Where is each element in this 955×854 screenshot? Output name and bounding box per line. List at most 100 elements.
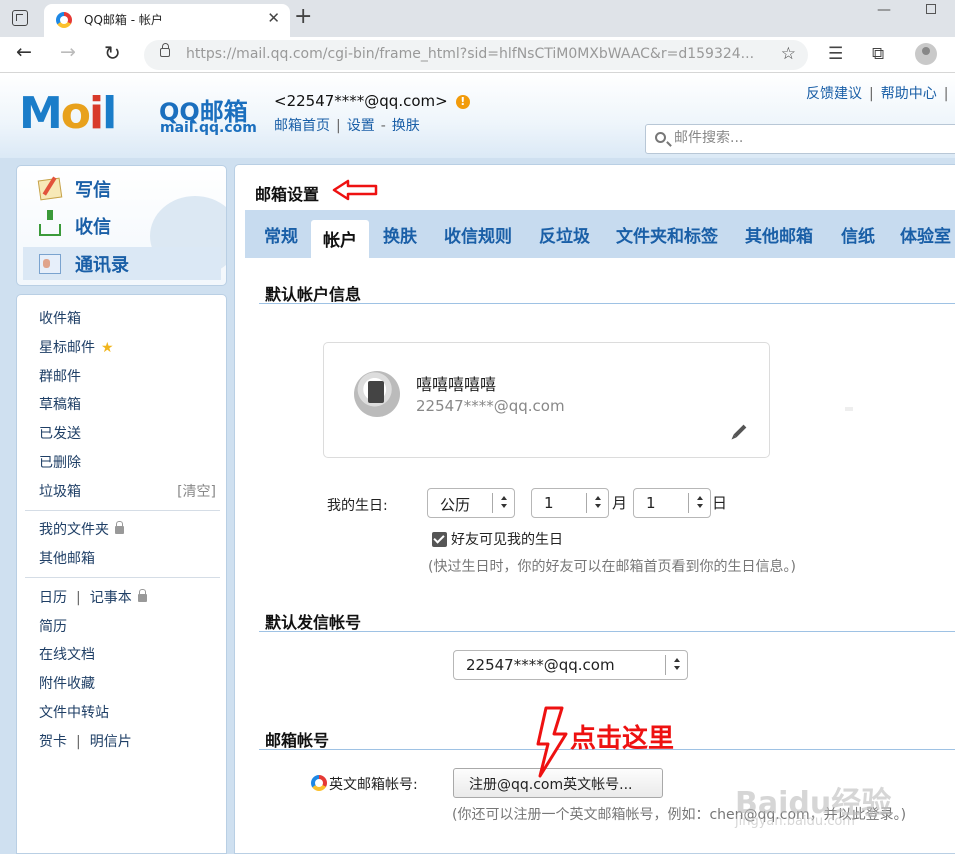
search-icon[interactable]: [655, 132, 666, 143]
select-arrows-icon: [586, 493, 608, 513]
sidebar-item-spam[interactable]: 垃圾箱: [39, 481, 81, 501]
month-unit: 月: [612, 494, 628, 512]
sidebar-divider: [25, 577, 220, 578]
receive-label: 收信: [75, 216, 111, 238]
add-favorite-icon[interactable]: ☆: [781, 44, 796, 64]
minimize-icon[interactable]: —: [877, 2, 891, 18]
forward-icon[interactable]: →: [60, 41, 76, 63]
my-folders-label: 我的文件夹: [39, 522, 109, 538]
birthday-visible-checkbox[interactable]: [432, 532, 447, 547]
change-skin-link[interactable]: 换肤: [392, 118, 420, 134]
mail-search-input[interactable]: [674, 130, 954, 146]
sidebar-item-attachments[interactable]: 附件收藏: [39, 673, 95, 693]
user-email-text: <22547****@qq.com>: [274, 92, 448, 110]
tab-folders-labels[interactable]: 文件夹和标签: [616, 222, 718, 247]
sidebar-item-inbox[interactable]: 收件箱: [39, 308, 81, 328]
new-tab-icon[interactable]: +: [294, 4, 312, 29]
calendar-link[interactable]: 日历: [39, 590, 67, 606]
sidebar-actions: 写信 收信 通讯录: [16, 165, 227, 286]
logo-word: Moil: [19, 88, 117, 139]
help-center-link[interactable]: 帮助中心: [881, 86, 937, 102]
watermark-sub: jingyan.baidu.com: [735, 814, 855, 829]
user-address: <22547****@qq.com>!: [274, 92, 470, 110]
sidebar-item-other-mailbox[interactable]: 其他邮箱: [39, 548, 95, 568]
sidebar-item-drafts[interactable]: 草稿箱: [39, 394, 81, 414]
profile-card: 嘻嘻嘻嘻嘻 22547****@qq.com: [323, 342, 770, 458]
sidebar-item-group-mail[interactable]: 群邮件: [39, 366, 81, 386]
birth-day-select[interactable]: 1: [633, 488, 711, 518]
sidebar-item-calendar-notes: 日历 | 记事本: [39, 587, 147, 607]
settings-link[interactable]: 设置: [347, 118, 375, 134]
baidu-jingyan-watermark: Baidu经验 jingyan.baidu.com: [735, 770, 945, 840]
settings-tabs: 常规 帐户 换肤 收信规则 反垃圾 文件夹和标签 其他邮箱 信纸 体验室: [245, 210, 955, 258]
url-text[interactable]: https://mail.qq.com/cgi-bin/frame_html?s…: [186, 46, 766, 62]
clear-spam-link[interactable]: [清空]: [177, 481, 216, 501]
sidebar-item-online-docs[interactable]: 在线文档: [39, 644, 95, 664]
tab-other-mailbox[interactable]: 其他邮箱: [745, 222, 813, 247]
browser-tab[interactable]: QQ邮箱 - 帐户 ✕: [44, 4, 290, 37]
select-arrows-icon: [688, 493, 710, 513]
edit-pencil-icon[interactable]: [733, 424, 747, 438]
close-icon[interactable]: ✕: [267, 9, 280, 27]
postcard-link[interactable]: 明信片: [90, 734, 132, 750]
inbox-icon: [39, 209, 61, 236]
section-default-sender: 默认发信帐号: [265, 613, 362, 632]
profile-avatar-icon[interactable]: [915, 43, 937, 65]
sidebar-item-my-folders[interactable]: 我的文件夹: [39, 519, 124, 539]
tab-labs[interactable]: 体验室: [900, 222, 951, 247]
lock-icon[interactable]: [160, 43, 170, 57]
birthday-visible-label[interactable]: 好友可见我的生日: [451, 529, 563, 549]
browser-tab-bar: QQ邮箱 - 帐户 ✕ + —: [0, 0, 955, 37]
red-arrow-annotation: [332, 179, 378, 201]
top-links: 反馈建议 | 帮助中心 |: [806, 86, 949, 102]
lock-icon: [137, 589, 147, 602]
profile-avatar[interactable]: [354, 371, 400, 417]
tab-general[interactable]: 常规: [264, 222, 298, 247]
collections-icon[interactable]: ⧉: [872, 44, 884, 64]
maximize-icon[interactable]: [926, 4, 936, 14]
tab-stationery[interactable]: 信纸: [841, 222, 875, 247]
page-title: 邮箱设置: [255, 185, 320, 204]
section-mail-account: 邮箱帐号: [265, 731, 330, 750]
day-unit: 日: [712, 494, 728, 512]
qq-favicon-icon: [56, 12, 72, 28]
select-arrows-icon: [492, 493, 514, 513]
tab-skin[interactable]: 换肤: [383, 222, 417, 247]
calendar-type-select[interactable]: 公历: [427, 488, 515, 518]
sidebar-folder-list: 收件箱 星标邮件 ★ 群邮件 草稿箱 已发送 已删除 垃圾箱 [清空] 我的文件夹…: [16, 294, 227, 854]
favorites-icon[interactable]: ☰: [828, 44, 843, 64]
english-account-label: 英文邮箱帐号:: [329, 777, 418, 793]
sidebar-item-file-transfer[interactable]: 文件中转站: [39, 702, 109, 722]
sidebar-item-sent[interactable]: 已发送: [39, 423, 81, 443]
sidebar-item-resume[interactable]: 简历: [39, 616, 67, 636]
address-bar[interactable]: https://mail.qq.com/cgi-bin/frame_html?s…: [144, 40, 808, 70]
receive-button[interactable]: 收信: [23, 209, 221, 242]
mail-home-link[interactable]: 邮箱首页: [274, 118, 330, 134]
contacts-icon: [39, 253, 61, 274]
header-links: 邮箱首页 | 设置 - 换肤: [274, 118, 420, 134]
mail-search-box[interactable]: [645, 124, 955, 154]
back-icon[interactable]: ←: [16, 41, 32, 63]
tab-antispam[interactable]: 反垃圾: [539, 222, 590, 247]
greeting-card-link[interactable]: 贺卡: [39, 734, 67, 750]
star-icon: ★: [101, 340, 114, 356]
section-divider: [259, 303, 955, 304]
contacts-button[interactable]: 通讯录: [23, 247, 221, 280]
tab-actions-icon[interactable]: [12, 10, 28, 26]
sidebar-item-deleted[interactable]: 已删除: [39, 452, 81, 472]
profile-name: 嘻嘻嘻嘻嘻: [416, 375, 497, 394]
feedback-link[interactable]: 反馈建议: [806, 86, 862, 102]
notebook-link[interactable]: 记事本: [90, 590, 132, 606]
sidebar-item-starred[interactable]: 星标邮件 ★: [39, 337, 114, 357]
compose-button[interactable]: 写信: [23, 172, 221, 205]
warning-icon[interactable]: !: [455, 95, 470, 109]
birth-month-value: 1: [544, 494, 554, 512]
tab-account[interactable]: 帐户: [311, 220, 369, 258]
birth-month-select[interactable]: 1: [531, 488, 609, 518]
decoration: [845, 407, 853, 411]
mail-header: Moil QQ邮箱 mail.qq.com <22547****@qq.com>…: [0, 74, 955, 158]
select-arrows-icon: [665, 655, 687, 675]
default-sender-select[interactable]: 22547****@qq.com: [453, 650, 688, 680]
reload-icon[interactable]: ↻: [104, 41, 121, 65]
tab-rules[interactable]: 收信规则: [444, 222, 512, 247]
